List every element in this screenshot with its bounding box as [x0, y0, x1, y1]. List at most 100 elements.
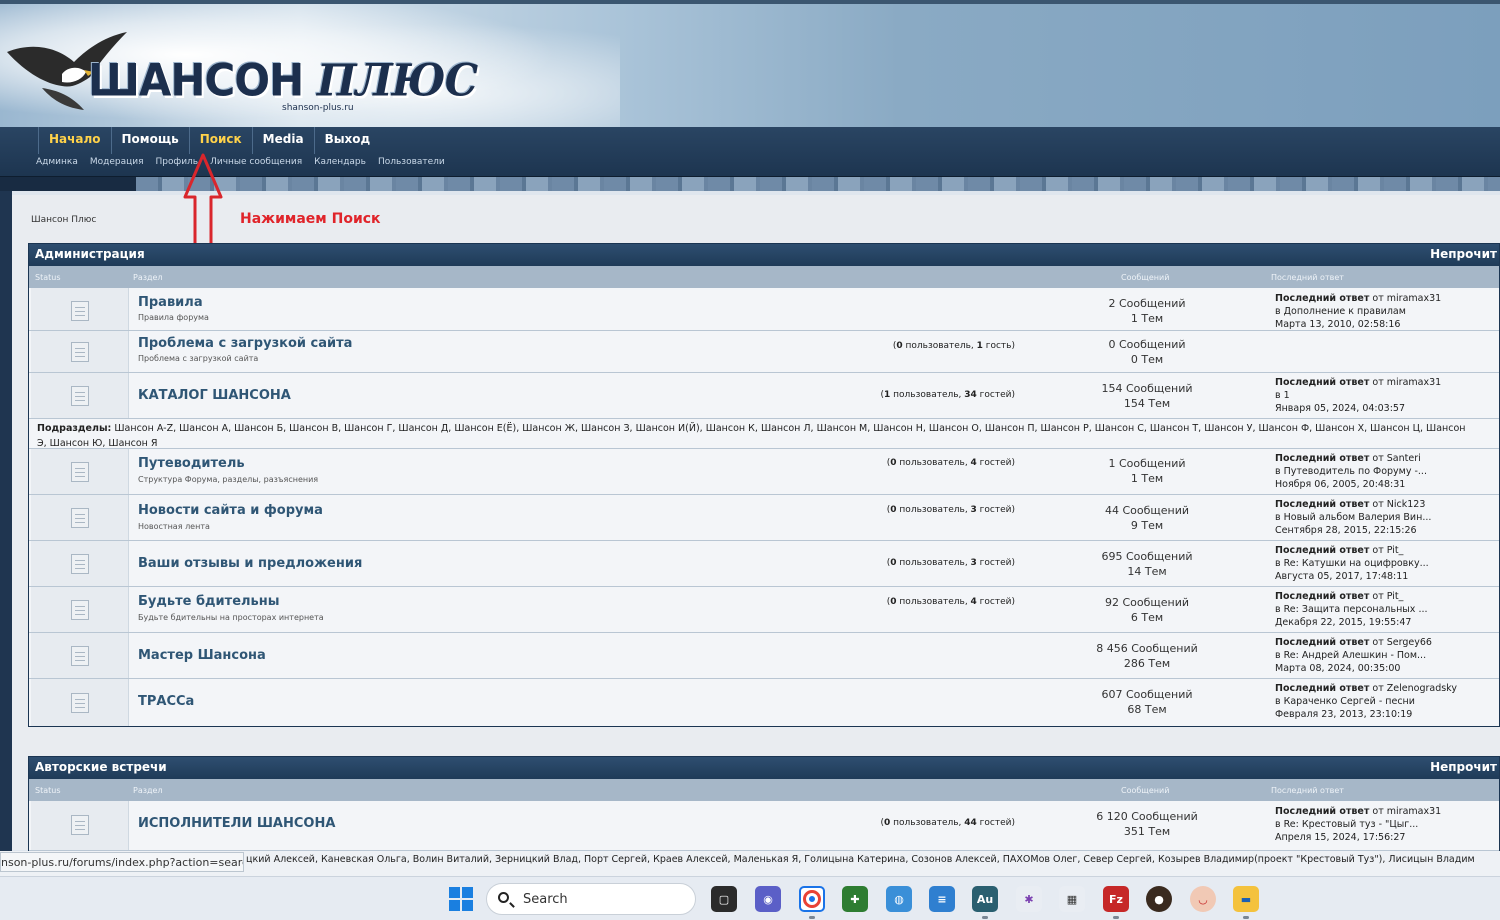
windows-start-icon[interactable]	[449, 887, 473, 911]
forum-desc: Новостная лента	[138, 522, 210, 531]
last-by[interactable]: от Santeri	[1372, 453, 1420, 464]
os-taskbar: Search ▢ ◉ ✚ ◍ ≡ Au ✱ ▦ Fz ● ◡ ▬	[0, 876, 1500, 920]
topics-count: 9 Тем	[1130, 519, 1164, 532]
last-post: Последний ответ от miramax31 в Re: Крест…	[1275, 805, 1441, 844]
nav-media[interactable]: Media	[251, 127, 314, 154]
avatar-app-icon[interactable]: ●	[1146, 886, 1172, 912]
last-by[interactable]: от Nick123	[1372, 499, 1425, 510]
posts-count: 695 Сообщений	[1101, 550, 1193, 563]
nav-sub-menu: Админка Модерация Профиль Личные сообщен…	[36, 157, 445, 167]
category-title[interactable]: Авторские встречи	[35, 760, 167, 774]
forum-stats: 92 Сообщений 6 Тем	[1069, 595, 1225, 625]
pattern-icon[interactable]: ▦	[1059, 886, 1085, 912]
last-date: Декабря 22, 2015, 19:55:47	[1275, 617, 1412, 628]
audition-icon[interactable]: Au	[972, 886, 998, 912]
last-post: Последний ответ от Pit_ в Re: Катушки на…	[1275, 544, 1429, 583]
last-topic[interactable]: в 1	[1275, 389, 1441, 402]
forum-name[interactable]: ИСПОЛНИТЕЛИ ШАНСОНА	[138, 816, 335, 831]
left-border	[0, 191, 12, 851]
chrome-icon[interactable]	[799, 886, 825, 912]
earth-icon[interactable]: ◍	[886, 886, 912, 912]
last-topic[interactable]: в Караченко Сергей - песни	[1275, 695, 1457, 708]
last-by[interactable]: от Sergey66	[1372, 637, 1432, 648]
nav-calendar[interactable]: Календарь	[314, 157, 366, 167]
spider-icon[interactable]: ✱	[1016, 886, 1042, 912]
forum-stats: 8 456 Сообщений 286 Тем	[1069, 641, 1225, 671]
forum-name[interactable]: Будьте бдительны	[138, 594, 280, 609]
category-title[interactable]: Администрация	[35, 247, 145, 261]
subforum-links-overflow[interactable]: цкий Алексей, Каневская Ольга, Волин Вит…	[246, 854, 1500, 865]
last-topic[interactable]: в Re: Катушки на оцифровку...	[1275, 557, 1429, 570]
breadcrumb[interactable]: Шансон Плюс	[31, 215, 96, 225]
last-topic[interactable]: в Дополнение к правилам	[1275, 305, 1441, 318]
topics-count: 68 Тем	[1127, 703, 1167, 716]
last-topic[interactable]: в Re: Крестовый туз - "Цыг...	[1275, 818, 1441, 831]
last-label: Последний ответ	[1275, 377, 1370, 388]
unread-link[interactable]: Непрочит	[1430, 760, 1497, 774]
category-administration: Администрация Непрочит Status Раздел Соо…	[28, 243, 1500, 727]
forum-status	[31, 449, 129, 494]
forum-name[interactable]: Ваши отзывы и предложения	[138, 556, 362, 571]
logo-plus-text: ПЛЮС	[316, 54, 478, 107]
last-by[interactable]: от miramax31	[1372, 806, 1441, 817]
forum-name[interactable]: Новости сайта и форума	[138, 503, 323, 518]
last-post: Последний ответ от miramax31 в 1 Января …	[1275, 376, 1441, 415]
forum-status-icon	[71, 462, 89, 482]
file-explorer-icon[interactable]: ▬	[1233, 886, 1259, 912]
forum-name[interactable]: Правила	[138, 295, 203, 310]
forum-name[interactable]: КАТАЛОГ ШАНСОНА	[138, 388, 291, 403]
forum-row: КАТАЛОГ ШАНСОНА (1 пользователь, 34 гост…	[29, 373, 1499, 419]
site-logo[interactable]: ШАНСОН ПЛЮС	[88, 54, 478, 107]
posts-count: 607 Сообщений	[1101, 688, 1193, 701]
nav-logout[interactable]: Выход	[313, 127, 381, 154]
last-topic[interactable]: в Re: Андрей Алешкин - Пом...	[1275, 649, 1432, 662]
last-topic[interactable]: в Новый альбом Валерия Вин...	[1275, 511, 1431, 524]
filezilla-icon[interactable]: Fz	[1103, 886, 1129, 912]
last-by[interactable]: от Zelenogradsky	[1372, 683, 1457, 694]
posts-count: 8 456 Сообщений	[1096, 642, 1198, 655]
last-by[interactable]: от miramax31	[1372, 293, 1441, 304]
forum-stats: 44 Сообщений 9 Тем	[1069, 503, 1225, 533]
forum-row: Мастер Шансона 8 456 Сообщений 286 Тем По…	[29, 633, 1499, 679]
task-view-icon[interactable]: ▢	[711, 886, 737, 912]
forum-name[interactable]: ТРАССа	[138, 694, 194, 709]
forum-status-icon	[71, 693, 89, 713]
posts-count: 92 Сообщений	[1104, 596, 1190, 609]
posts-count: 2 Сообщений	[1108, 297, 1186, 310]
last-topic[interactable]: в Re: Защита персональных ...	[1275, 603, 1428, 616]
nav-admin[interactable]: Админка	[36, 157, 78, 167]
taskbar-search[interactable]: Search	[486, 883, 696, 915]
last-label: Последний ответ	[1275, 499, 1370, 510]
last-date: Января 05, 2024, 04:03:57	[1275, 403, 1406, 414]
forum-name[interactable]: Мастер Шансона	[138, 648, 266, 663]
last-by[interactable]: от Pit_	[1372, 591, 1403, 602]
face-app-icon[interactable]: ◡	[1190, 886, 1216, 912]
annotation-text: Нажимаем Поиск	[240, 211, 381, 227]
nav-users[interactable]: Пользователи	[378, 157, 445, 167]
logo-main-text: ШАНСОН	[88, 54, 304, 107]
subforum-links[interactable]: Шансон A-Z, Шансон А, Шансон Б, Шансон В…	[114, 423, 1465, 434]
notepad-icon[interactable]: ≡	[929, 886, 955, 912]
last-by[interactable]: от Pit_	[1372, 545, 1403, 556]
app-globe-icon[interactable]: ✚	[842, 886, 868, 912]
forum-name[interactable]: Путеводитель	[138, 456, 245, 471]
forum-viewers: (0 пользователь, 1 гость)	[892, 341, 1015, 351]
forum-desc: Структура Форума, разделы, разъяснения	[138, 475, 319, 484]
last-by[interactable]: от miramax31	[1372, 377, 1441, 388]
posts-count: 154 Сообщений	[1101, 382, 1193, 395]
decor-texture	[136, 177, 1500, 191]
posts-count: 44 Сообщений	[1104, 504, 1190, 517]
forum-viewers: (0 пользователь, 3 гостей)	[886, 558, 1015, 568]
last-post: Последний ответ от Sergey66 в Re: Андрей…	[1275, 636, 1432, 675]
nav-moderation[interactable]: Модерация	[90, 157, 144, 167]
subforum-links-more[interactable]: Э, Шансон Ю, Шансон Я	[37, 437, 1499, 449]
last-topic[interactable]: в Путеводитель по Форуму -...	[1275, 465, 1427, 478]
forum-name[interactable]: Проблема с загрузкой сайта	[138, 336, 352, 351]
nav-help[interactable]: Помощь	[110, 127, 189, 154]
last-date: Ноября 06, 2005, 20:48:31	[1275, 479, 1406, 490]
nav-search[interactable]: Поиск	[188, 127, 252, 154]
nav-home[interactable]: Начало	[38, 127, 111, 154]
forum-status-icon	[71, 815, 89, 835]
chat-icon[interactable]: ◉	[755, 886, 781, 912]
unread-link[interactable]: Непрочит	[1430, 247, 1497, 261]
